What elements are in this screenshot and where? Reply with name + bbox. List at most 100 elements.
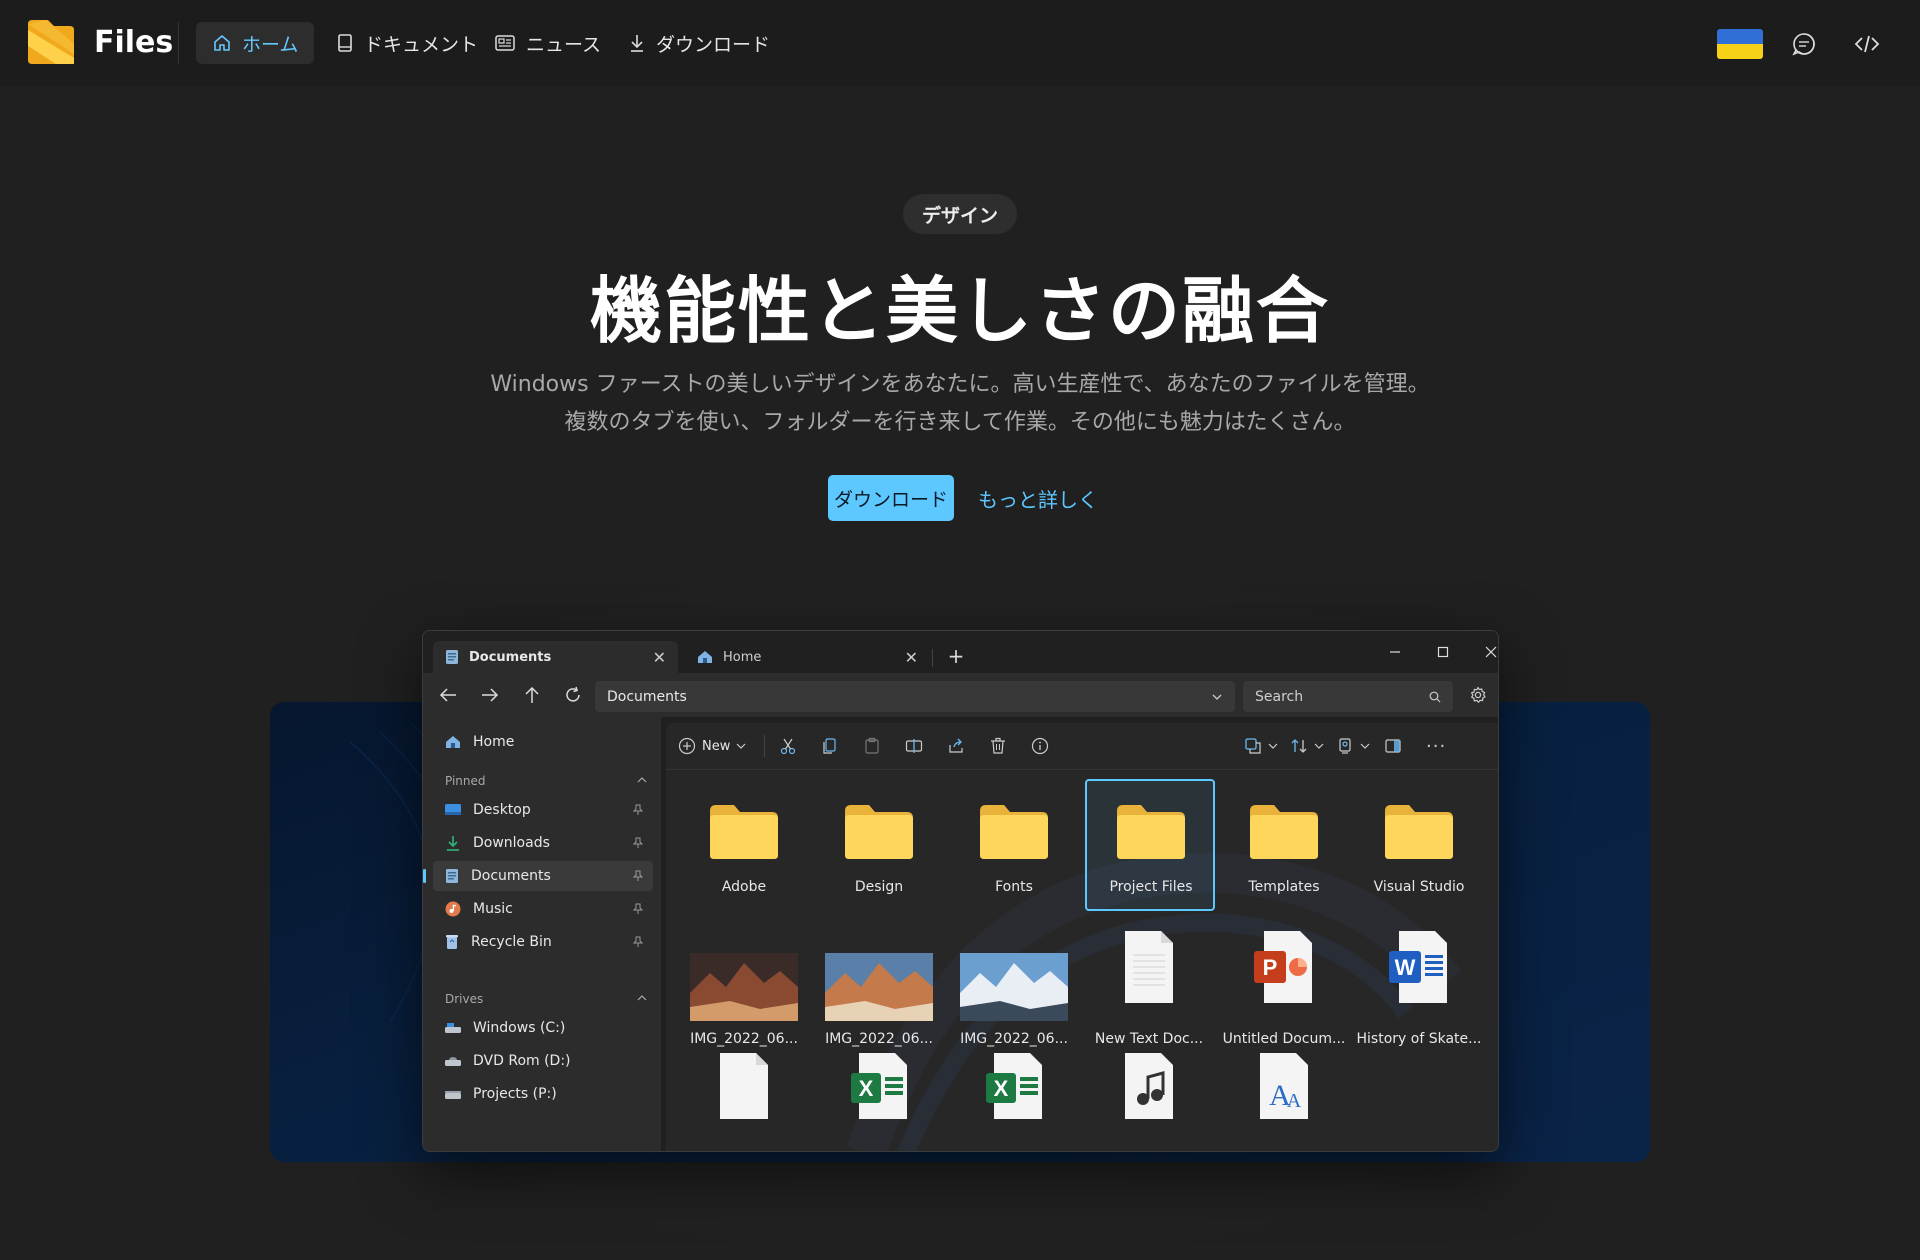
sidebar-item-home[interactable]: Home [433,727,653,757]
paste-button[interactable] [863,734,881,758]
chevron-up-icon[interactable] [637,994,647,1002]
rename-button[interactable] [905,734,923,758]
sidebar-item-drive-c[interactable]: Windows (C:) [433,1013,653,1043]
layout-button[interactable] [1336,734,1370,758]
select-options-button[interactable] [1244,734,1278,758]
files-logo-icon [28,20,74,64]
select-icon [1245,738,1261,754]
address-field[interactable]: Documents [595,681,1235,712]
maximize-button[interactable] [1421,639,1465,665]
folder-icon [1248,803,1320,861]
sidebar-item-label: Home [473,734,515,750]
grid-item-folder[interactable]: Project Files [1085,779,1215,911]
learn-more-link[interactable]: もっと詳しく [978,475,1098,521]
source-code-button[interactable] [1847,24,1887,64]
grid-item-label: Project Files [1109,879,1193,895]
layout-icon [1339,738,1351,754]
grid-item-folder[interactable]: Visual Studio [1355,781,1483,913]
sidebar-item-recycle-bin[interactable]: Recycle Bin [433,927,653,957]
grid-item-excel-file[interactable]: X [815,1051,943,1151]
command-bar: New ··· [666,723,1498,770]
download-button[interactable]: ダウンロード [828,475,954,521]
folder-icon [1115,803,1187,861]
grid-item-image[interactable]: IMG_2022_06... [680,919,808,1049]
pin-icon[interactable] [633,837,643,849]
language-button[interactable] [1717,24,1763,64]
pin-icon[interactable] [633,804,643,816]
nav-docs[interactable]: ドキュメント [320,22,494,64]
brand[interactable]: Files [26,20,173,64]
close-icon[interactable]: ✕ [905,648,918,667]
chevron-up-icon[interactable] [637,776,647,784]
copy-button[interactable] [821,734,839,758]
share-button[interactable] [947,734,965,758]
dvd-icon [445,1057,461,1066]
grid-item-font-file[interactable]: A A [1220,1051,1348,1151]
grid-item-audio-file[interactable] [1085,1051,1213,1151]
grid-item-word-file[interactable]: W History of Skate... [1355,919,1483,1049]
nav-divider [178,22,179,64]
sidebar-item-documents[interactable]: Documents [423,861,653,891]
minimize-button[interactable] [1373,639,1417,665]
hero-subtitle-line2: 複数のタブを使い、フォルダーを行き来して作業。その他にも魅力はたくさん。 [564,410,1356,435]
svg-text:X: X [994,1076,1009,1101]
sidebar-item-drive-p[interactable]: Projects (P:) [433,1079,653,1109]
preview-pane-button[interactable] [1384,734,1402,758]
settings-button[interactable] [1463,681,1493,709]
pin-icon[interactable] [633,936,643,948]
paste-icon [865,737,879,754]
more-options-button[interactable]: ··· [1426,734,1446,758]
properties-button[interactable] [1031,734,1049,758]
grid-item-label: History of Skate... [1356,1031,1482,1047]
sidebar-item-music[interactable]: Music [433,894,653,924]
grid-item-folder[interactable]: Adobe [680,781,808,913]
chevron-down-icon[interactable] [1211,693,1223,701]
search-input[interactable]: Search [1243,681,1453,712]
new-tab-button[interactable]: + [943,643,969,669]
delete-button[interactable] [989,734,1007,758]
close-icon[interactable]: ✕ [653,648,666,667]
image-thumbnail [690,953,798,1021]
grid-item-folder[interactable]: Templates [1220,781,1348,913]
nav-docs-label: ドキュメント [364,33,479,56]
grid-item-excel-file[interactable]: X [950,1051,1078,1151]
tab-home[interactable]: Home ✕ [685,641,930,673]
sidebar-item-desktop[interactable]: Desktop [433,795,653,825]
nav-news[interactable]: ニュース [478,22,617,64]
forward-button[interactable] [475,681,505,709]
refresh-button[interactable] [558,681,588,709]
back-button[interactable] [433,681,463,709]
grid-item-label: Design [854,879,904,895]
feedback-button[interactable] [1784,24,1824,64]
grid-item-text-file[interactable]: New Text Doc... [1085,919,1213,1049]
nav-download-label: ダウンロード [656,33,771,56]
grid-item-image[interactable]: IMG_2022_06... [815,919,943,1049]
download-icon [447,836,459,851]
arrow-left-icon [439,688,456,702]
nav-download[interactable]: ダウンロード [612,22,786,64]
up-button[interactable] [517,681,547,709]
pin-icon[interactable] [633,903,643,915]
grid-item-folder[interactable]: Fonts [950,781,1078,913]
share-icon [949,738,963,753]
svg-text:W: W [1395,955,1416,980]
sidebar-item-downloads[interactable]: Downloads [433,828,653,858]
nav-home[interactable]: ホーム [196,22,315,64]
music-icon [445,901,461,917]
pin-icon[interactable] [633,870,643,882]
folder-icon [708,803,780,861]
minimize-icon [1390,651,1400,653]
grid-item-folder[interactable]: Design [815,781,943,913]
svg-text:A: A [1287,1090,1302,1112]
sort-button[interactable] [1290,734,1324,758]
sidebar-item-label: Projects (P:) [473,1086,557,1102]
grid-item-text-file[interactable] [680,1051,808,1151]
grid-item-powerpoint-file[interactable]: P Untitled Docum... [1220,919,1348,1049]
grid-item-image[interactable]: IMG_2022_06... [950,919,1078,1049]
new-button[interactable]: New [678,734,746,758]
sidebar-item-drive-d[interactable]: DVD Rom (D:) [433,1046,653,1076]
cut-button[interactable] [779,734,797,758]
tab-documents[interactable]: Documents ✕ [433,641,678,673]
close-window-button[interactable] [1469,639,1498,665]
chevron-down-icon [736,743,746,749]
